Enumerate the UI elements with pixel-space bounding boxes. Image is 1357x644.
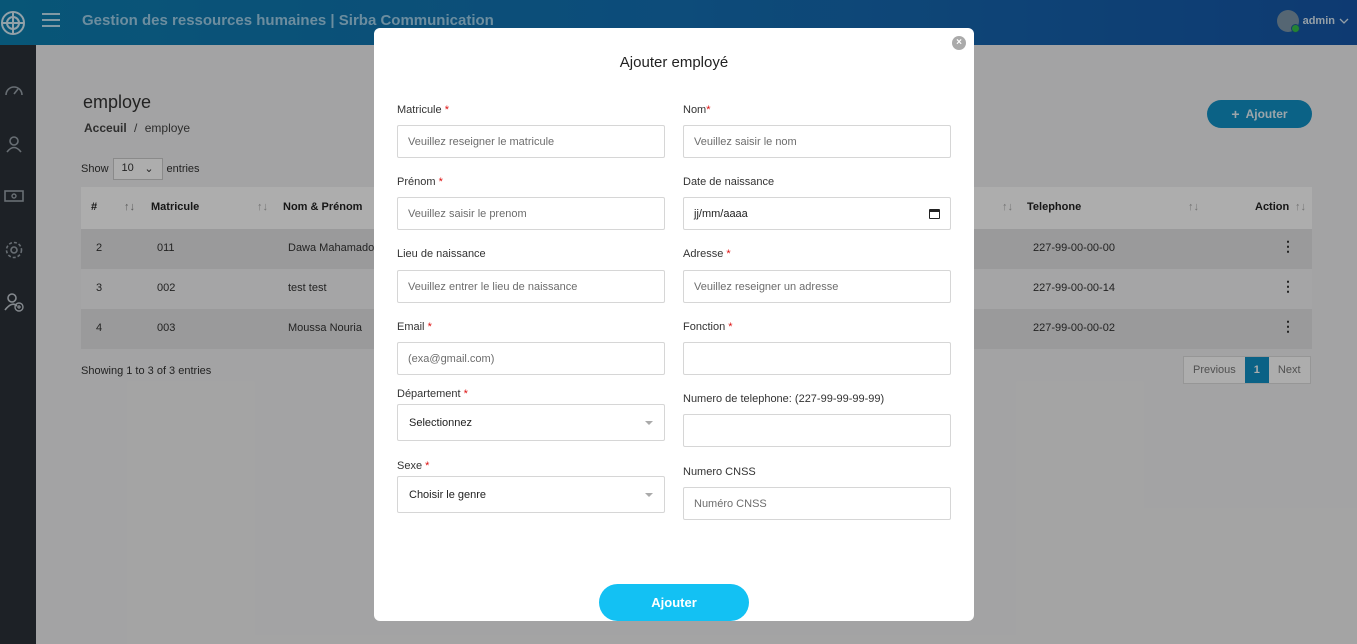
chevron-down-icon — [645, 420, 653, 425]
fonction-input[interactable] — [683, 342, 951, 375]
telephone-input[interactable] — [683, 414, 951, 447]
close-icon[interactable]: × — [952, 36, 966, 50]
sexe-select[interactable]: Choisir le genre — [397, 476, 665, 513]
departement-select[interactable]: Selectionnez — [397, 404, 665, 441]
email-label: Email * — [397, 321, 432, 333]
cnss-label: Numero CNSS — [683, 466, 756, 478]
lieu-naissance-label: Lieu de naissance — [397, 248, 486, 260]
prenom-input[interactable]: Veuillez saisir le prenom — [397, 197, 665, 230]
matricule-label: Matricule * — [397, 104, 449, 116]
departement-value: Selectionnez — [409, 416, 472, 429]
chevron-down-icon — [645, 492, 653, 497]
sexe-value: Choisir le genre — [409, 488, 487, 501]
modal-title: Ajouter employé — [619, 54, 729, 71]
calendar-icon[interactable] — [929, 208, 940, 219]
date-placeholder: jj/mm/aaaa — [694, 207, 748, 220]
date-naissance-label: Date de naissance — [683, 176, 775, 188]
sexe-label: Sexe * — [397, 460, 430, 472]
lieu-naissance-input[interactable]: Veuillez entrer le lieu de naissance — [397, 270, 665, 303]
adresse-label: Adresse * — [683, 248, 731, 260]
cnss-input[interactable]: Numéro CNSS — [683, 487, 951, 520]
telephone-label: Numero de telephone: (227-99-99-99-99) — [683, 393, 885, 405]
prenom-label: Prénom * — [397, 176, 443, 188]
departement-label: Département * — [397, 388, 468, 400]
add-employee-modal: × Ajouter employé Matricule * Veuillez r… — [374, 28, 974, 621]
matricule-input[interactable]: Veuillez reseigner le matricule — [397, 125, 665, 158]
adresse-input[interactable]: Veuillez reseigner un adresse — [683, 270, 951, 303]
email-input[interactable]: (exa@gmail.com) — [397, 342, 665, 375]
submit-button[interactable]: Ajouter — [599, 584, 749, 621]
nom-label: Nom* — [683, 104, 711, 116]
date-naissance-input[interactable]: jj/mm/aaaa — [683, 197, 951, 230]
nom-input[interactable]: Veuillez saisir le nom — [683, 125, 951, 158]
fonction-label: Fonction * — [683, 321, 733, 333]
